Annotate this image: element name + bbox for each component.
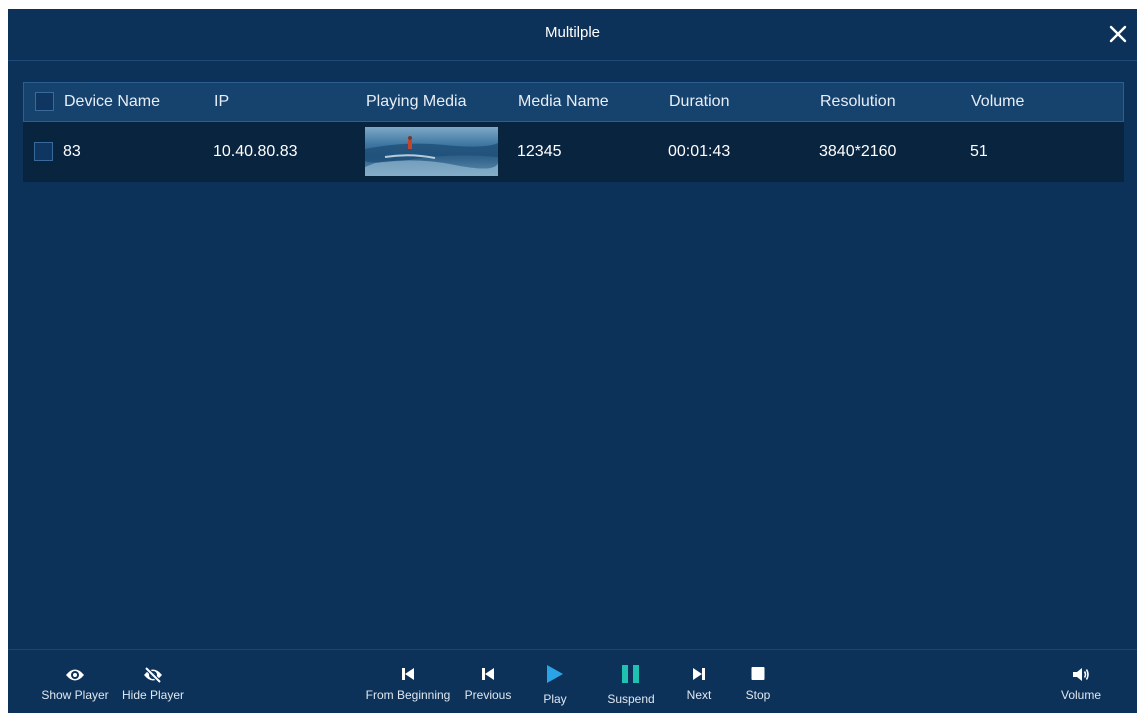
player-toolbar: Show Player Hide Player From Beginning P… (8, 649, 1137, 713)
stop-icon (751, 667, 765, 680)
eye-off-icon (144, 667, 162, 683)
device-table: Device Name IP Playing Media Media Name … (23, 82, 1124, 182)
hide-player-label: Hide Player (121, 688, 185, 702)
show-player-button[interactable]: Show Player (40, 650, 110, 713)
suspend-button[interactable]: Suspend (604, 650, 658, 713)
from-beginning-label: From Beginning (365, 688, 451, 702)
previous-label: Previous (464, 688, 512, 702)
stop-button[interactable]: Stop (742, 650, 774, 713)
from-beginning-button[interactable]: From Beginning (360, 650, 456, 713)
column-header-duration[interactable]: Duration (669, 83, 729, 121)
multiple-dialog: Multilple Device Name IP Playing Media M… (8, 9, 1137, 713)
suspend-label: Suspend (607, 692, 655, 706)
pause-icon (622, 665, 639, 683)
stop-label: Stop (745, 688, 771, 702)
column-header-playing-media[interactable]: Playing Media (366, 83, 467, 121)
dialog-titlebar: Multilple (8, 9, 1137, 61)
play-button[interactable]: Play (535, 650, 575, 713)
play-icon (547, 665, 563, 683)
table-header-row: Device Name IP Playing Media Media Name … (23, 82, 1124, 122)
close-icon (1109, 25, 1127, 43)
next-button[interactable]: Next (682, 650, 716, 713)
cell-volume: 51 (970, 143, 988, 160)
volume-label: Volume (1060, 688, 1102, 702)
cell-ip: 10.40.80.83 (213, 143, 298, 160)
cell-duration: 00:01:43 (668, 143, 731, 160)
eye-icon (66, 669, 84, 681)
skip-to-start-icon (402, 668, 414, 680)
volume-button[interactable]: Volume (1056, 650, 1106, 713)
select-all-checkbox[interactable] (35, 92, 54, 111)
cell-resolution: 3840*2160 (819, 143, 897, 160)
cell-device-name: 83 (63, 143, 81, 160)
next-label: Next (686, 688, 712, 702)
column-header-media-name[interactable]: Media Name (518, 83, 609, 121)
volume-icon (1073, 668, 1089, 681)
close-button[interactable] (1107, 23, 1129, 45)
table-row[interactable]: 83 10.40.80.83 12345 00:01:43 3840*2160 … (23, 122, 1124, 182)
next-icon (693, 668, 705, 680)
column-header-resolution[interactable]: Resolution (820, 83, 896, 121)
previous-button[interactable]: Previous (460, 650, 516, 713)
previous-icon (482, 668, 494, 680)
cell-media-name: 12345 (517, 143, 562, 160)
column-header-device-name[interactable]: Device Name (64, 83, 160, 121)
play-label: Play (543, 692, 567, 706)
column-header-volume[interactable]: Volume (971, 83, 1024, 121)
column-header-ip[interactable]: IP (214, 83, 229, 121)
media-thumbnail (365, 127, 498, 176)
dialog-title: Multilple (544, 24, 601, 41)
row-checkbox[interactable] (34, 142, 53, 161)
show-player-label: Show Player (41, 688, 109, 702)
hide-player-button[interactable]: Hide Player (118, 650, 188, 713)
